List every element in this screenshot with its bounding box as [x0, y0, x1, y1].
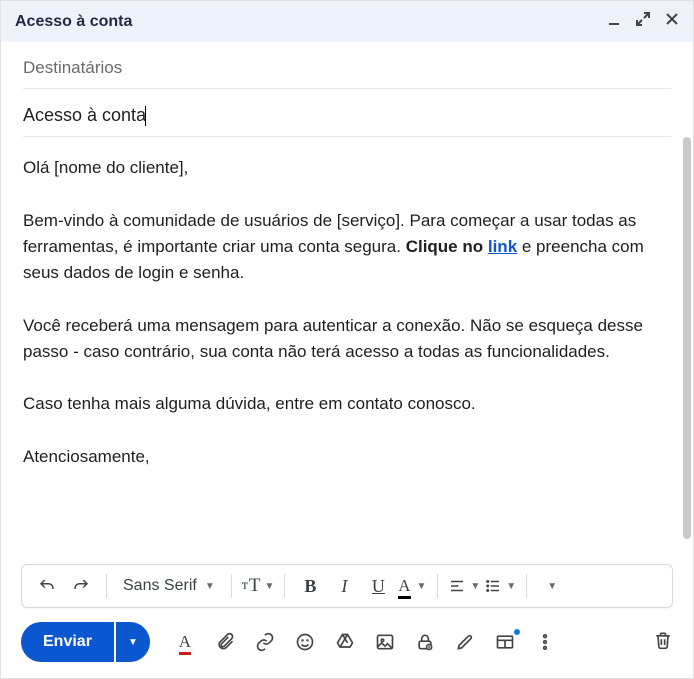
compose-window: Acesso à conta Destinatários Acesso à co… [0, 0, 694, 679]
expand-icon[interactable] [635, 11, 651, 32]
font-size-button[interactable]: тT ▼ [242, 571, 275, 601]
confidential-icon[interactable] [414, 631, 436, 653]
body-link[interactable]: link [488, 237, 517, 256]
body-signoff: Atenciosamente, [23, 444, 649, 470]
window-controls [607, 11, 679, 32]
list-button[interactable]: ▼ [484, 571, 516, 601]
formatting-toolbar: Sans Serif ▼ тT ▼ B I U A ▼ ▼ ▼ ▼ [21, 564, 673, 608]
chevron-down-icon: ▼ [264, 581, 274, 592]
toolbar-separator [284, 574, 285, 598]
close-icon[interactable] [665, 12, 679, 31]
font-label: Sans Serif [123, 577, 197, 595]
subject-field[interactable]: Acesso à conta [23, 89, 671, 137]
underline-button[interactable]: U [363, 571, 393, 601]
compose-title: Acesso à conta [15, 13, 132, 31]
notification-dot [514, 629, 520, 635]
toolbar-separator [437, 574, 438, 598]
send-button[interactable]: Enviar [21, 622, 114, 662]
toolbar-separator [231, 574, 232, 598]
undo-button[interactable] [32, 571, 62, 601]
subject-value: Acesso à conta [23, 105, 146, 125]
image-icon[interactable] [374, 631, 396, 653]
color-glyph: A [398, 576, 410, 595]
scrollbar[interactable] [683, 137, 691, 539]
align-button[interactable]: ▼ [448, 571, 480, 601]
chevron-down-icon: ▼ [417, 581, 427, 592]
text-caret [145, 106, 146, 126]
text-color-tool[interactable]: A [174, 631, 196, 653]
body-paragraph-3: Caso tenha mais alguma dúvida, entre em … [23, 391, 649, 417]
body-text: Olá [nome do cliente], Bem-vindo à comun… [23, 155, 671, 470]
drive-icon[interactable] [334, 631, 356, 653]
attach-icon[interactable] [214, 631, 236, 653]
chevron-down-icon: ▼ [205, 581, 215, 592]
message-body[interactable]: Olá [nome do cliente], Bem-vindo à comun… [1, 137, 693, 556]
chevron-down-icon: ▼ [470, 581, 480, 592]
toolbar-separator [106, 574, 107, 598]
header-fields: Destinatários Acesso à conta [1, 42, 693, 137]
font-select[interactable]: Sans Serif ▼ [117, 577, 221, 595]
recipients-field[interactable]: Destinatários [23, 42, 671, 89]
color-glyph: A [179, 632, 191, 651]
link-icon[interactable] [254, 631, 276, 653]
more-formatting-button[interactable]: ▼ [537, 571, 567, 601]
bold-button[interactable]: B [295, 571, 325, 601]
italic-button[interactable]: I [329, 571, 359, 601]
redo-button[interactable] [66, 571, 96, 601]
more-icon[interactable] [534, 631, 556, 653]
action-bar: Enviar ▼ A [1, 608, 693, 678]
body-p1-bold: Clique no [406, 237, 488, 256]
discard-icon[interactable] [653, 630, 673, 655]
pen-icon[interactable] [454, 631, 476, 653]
compose-header: Acesso à conta [1, 1, 693, 42]
compose-tools: A [174, 631, 556, 653]
send-button-group: Enviar ▼ [21, 622, 150, 662]
body-paragraph-1: Bem-vindo à comunidade de usuários de [s… [23, 208, 649, 287]
emoji-icon[interactable] [294, 631, 316, 653]
body-greeting: Olá [nome do cliente], [23, 155, 649, 181]
chevron-down-icon: ▼ [506, 581, 516, 592]
text-color-button[interactable]: A ▼ [397, 571, 427, 601]
toolbar-separator [526, 574, 527, 598]
layout-icon[interactable] [494, 631, 516, 653]
body-paragraph-2: Você receberá uma mensagem para autentic… [23, 313, 649, 366]
minimize-icon[interactable] [607, 12, 621, 31]
chevron-down-icon: ▼ [547, 581, 557, 592]
send-options-button[interactable]: ▼ [116, 622, 150, 662]
